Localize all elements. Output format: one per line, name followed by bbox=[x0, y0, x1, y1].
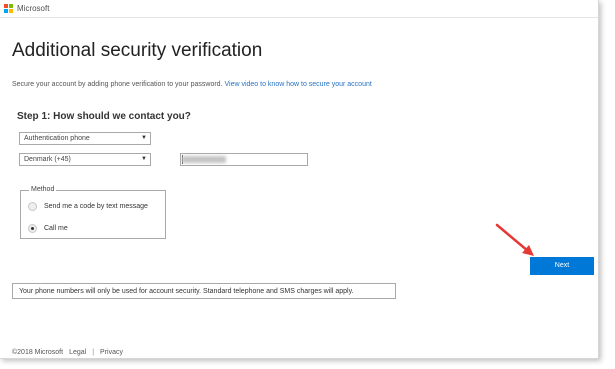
copyright-text: ©2018 Microsoft bbox=[12, 349, 64, 356]
notice-box: Your phone numbers will only be used for… bbox=[12, 283, 396, 299]
radio-label: Call me bbox=[44, 225, 68, 232]
video-link[interactable]: View video to know how to secure your ac… bbox=[224, 81, 371, 88]
radio-option-text-message[interactable]: Send me a code by text message bbox=[28, 202, 148, 211]
phone-number-input[interactable] bbox=[180, 153, 308, 166]
step-heading: Step 1: How should we contact you? bbox=[17, 111, 191, 122]
chevron-down-icon: ▼ bbox=[141, 135, 147, 141]
contact-method-value: Authentication phone bbox=[24, 135, 90, 142]
brand-name: Microsoft bbox=[17, 4, 50, 13]
page-container: Microsoft Additional security verificati… bbox=[0, 0, 599, 359]
page-title: Additional security verification bbox=[12, 40, 263, 61]
country-select[interactable]: Denmark (+45) ▼ bbox=[19, 153, 151, 166]
country-value: Denmark (+45) bbox=[24, 156, 71, 163]
radio-label: Send me a code by text message bbox=[44, 203, 148, 210]
method-fieldset: Method Send me a code by text message Ca… bbox=[20, 186, 166, 239]
microsoft-logo-icon bbox=[4, 4, 13, 13]
radio-option-call-me[interactable]: Call me bbox=[28, 224, 68, 233]
next-button[interactable]: Next bbox=[530, 257, 594, 275]
radio-button[interactable] bbox=[28, 202, 37, 211]
annotation-arrow-icon bbox=[495, 223, 534, 256]
radio-button[interactable] bbox=[28, 224, 37, 233]
footer: ©2018 Microsoft Legal | Privacy bbox=[12, 349, 123, 356]
chevron-down-icon: ▼ bbox=[141, 156, 147, 162]
contact-method-select[interactable]: Authentication phone ▼ bbox=[19, 132, 151, 145]
page-subtitle: Secure your account by adding phone veri… bbox=[12, 81, 372, 88]
privacy-link[interactable]: Privacy bbox=[100, 349, 123, 356]
subtitle-text: Secure your account by adding phone veri… bbox=[12, 81, 223, 88]
top-bar: Microsoft bbox=[0, 0, 598, 18]
method-legend: Method bbox=[29, 186, 57, 193]
footer-separator: | bbox=[92, 349, 95, 356]
legal-link[interactable]: Legal bbox=[69, 349, 86, 356]
redacted-phone-number bbox=[182, 156, 226, 163]
